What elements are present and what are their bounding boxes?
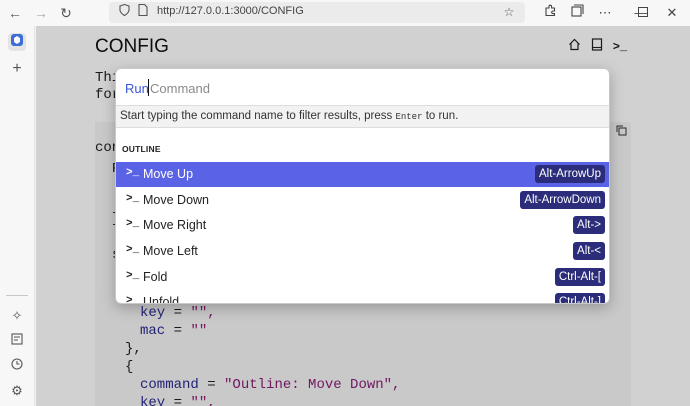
terminal-icon: >_ bbox=[126, 295, 140, 304]
terminal-icon: >_ bbox=[126, 270, 140, 282]
more-icon[interactable]: ⋯ bbox=[596, 4, 614, 22]
sidebar-divider bbox=[6, 295, 28, 296]
text-caret bbox=[148, 79, 149, 96]
terminal-icon: >_ bbox=[126, 218, 140, 230]
palette-hint: Start typing the command name to filter … bbox=[116, 106, 609, 128]
puzzle-icon[interactable] bbox=[541, 4, 559, 22]
shield-icon[interactable] bbox=[115, 3, 133, 21]
section-header: OUTLINE bbox=[122, 144, 161, 154]
command-item[interactable]: >_ Fold Ctrl-Alt-[ bbox=[116, 265, 609, 290]
command-item[interactable]: >_ Move Up Alt-ArrowUp bbox=[116, 162, 609, 187]
palette-prefix: Run bbox=[125, 81, 149, 96]
reload-icon[interactable]: ↻ bbox=[57, 4, 75, 22]
terminal-icon: >_ bbox=[126, 193, 140, 205]
app-icon[interactable] bbox=[8, 33, 26, 51]
close-icon[interactable]: ✕ bbox=[663, 4, 681, 22]
shortcut-badge: Ctrl-Alt-] bbox=[554, 293, 605, 303]
back-icon[interactable]: ← bbox=[6, 4, 24, 22]
shortcut-badge: Alt-< bbox=[573, 242, 605, 260]
url-text[interactable]: http://127.0.0.1:3000/CONFIG bbox=[157, 5, 304, 17]
history-tab-icon[interactable] bbox=[8, 332, 26, 350]
shortcut-badge: Alt-ArrowUp bbox=[535, 165, 605, 183]
shortcut-badge: Alt-> bbox=[573, 216, 605, 234]
forward-icon[interactable]: → bbox=[32, 4, 50, 22]
maximize-icon[interactable] bbox=[634, 4, 652, 22]
tab-manager-icon[interactable] bbox=[568, 4, 586, 22]
shortcut-badge: Alt-ArrowDown bbox=[520, 191, 605, 209]
shortcut-badge: Ctrl-Alt-[ bbox=[554, 268, 605, 286]
terminal-icon: >_ bbox=[126, 244, 140, 256]
command-item[interactable]: >_ Move Right Alt-> bbox=[116, 213, 609, 238]
command-palette: Run Start typing the command name to fil… bbox=[115, 68, 610, 304]
command-item[interactable]: >_ Unfold Ctrl-Alt-] bbox=[116, 290, 609, 304]
browser-sidebar: + ✧ ⚙ bbox=[0, 26, 35, 406]
sparkle-icon[interactable]: ✧ bbox=[8, 307, 26, 325]
command-input[interactable] bbox=[150, 78, 590, 98]
star-icon[interactable]: ☆ bbox=[500, 3, 518, 21]
terminal-icon: >_ bbox=[126, 167, 140, 179]
command-item[interactable]: >_ Move Left Alt-< bbox=[116, 239, 609, 264]
command-item[interactable]: >_ Move Down Alt-ArrowDown bbox=[116, 188, 609, 213]
address-bar[interactable]: http://127.0.0.1:3000/CONFIG ☆ bbox=[109, 2, 525, 23]
enter-key-hint: Enter bbox=[395, 112, 423, 122]
clock-icon[interactable] bbox=[8, 357, 26, 375]
palette-input-row: Run bbox=[116, 69, 609, 106]
gear-icon[interactable]: ⚙ bbox=[8, 382, 26, 400]
browser-toolbar: ← → ↻ http://127.0.0.1:3000/CONFIG ☆ ⋯ —… bbox=[0, 0, 690, 26]
page-icon[interactable] bbox=[134, 3, 152, 21]
plus-icon[interactable]: + bbox=[8, 60, 26, 78]
